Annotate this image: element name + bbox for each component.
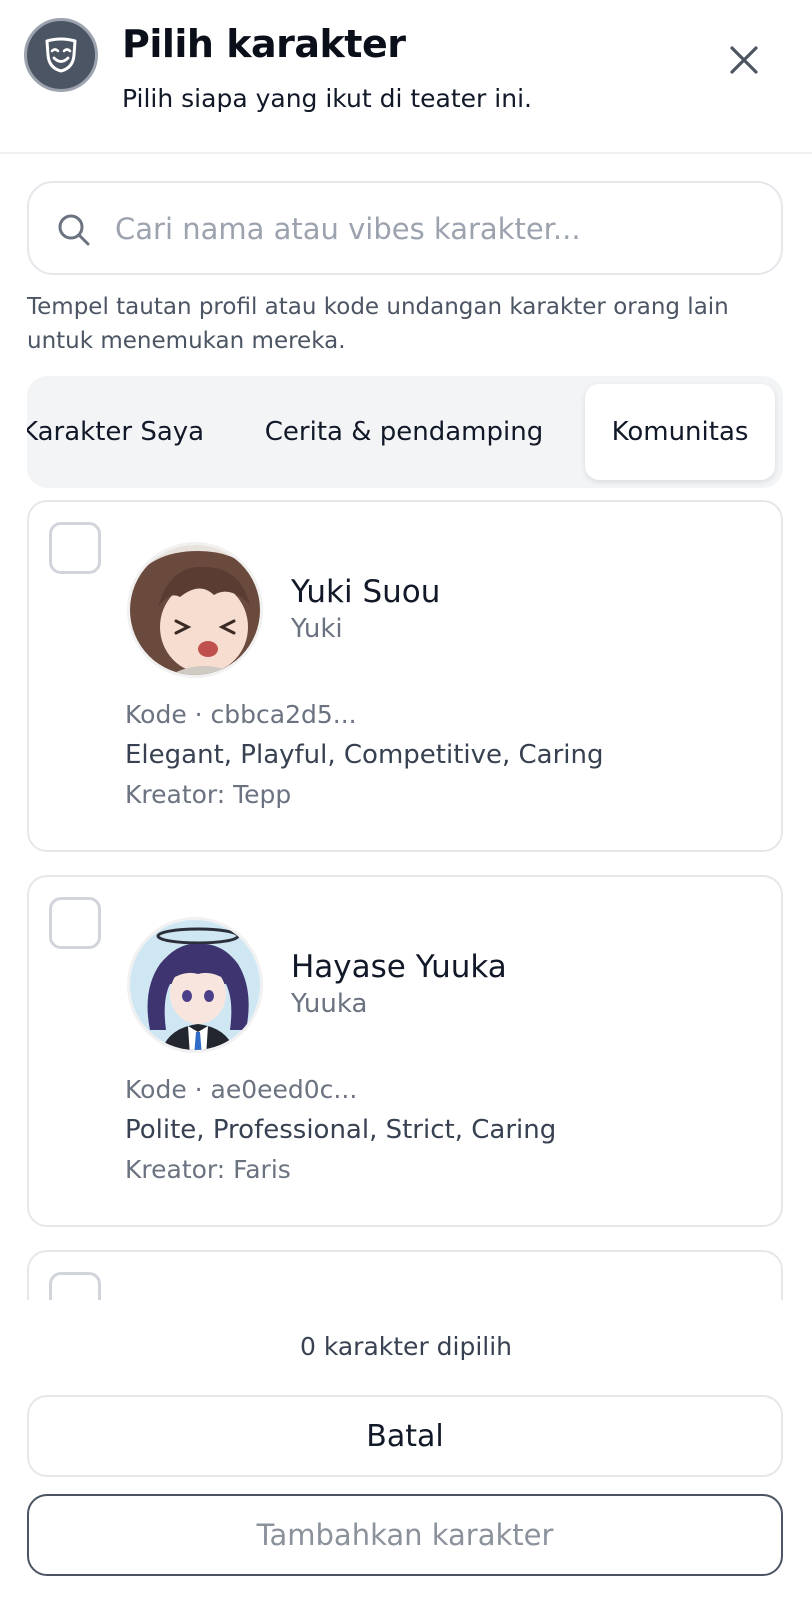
search-icon (58, 214, 90, 246)
close-icon (730, 46, 758, 74)
theater-mask-icon (24, 18, 98, 92)
character-code: Kode · cbbca2d5... (125, 700, 357, 729)
add-character-button[interactable]: Tambahkan karakter (27, 1494, 783, 1576)
character-short-name: Yuuka (291, 989, 368, 1019)
dialog-header: Pilih karakter Pilih siapa yang ikut di … (0, 0, 812, 154)
cancel-button[interactable]: Batal (27, 1395, 783, 1477)
character-creator: Kreator: Tepp (125, 780, 292, 809)
character-code: Kode · ae0eed0c... (125, 1075, 358, 1104)
tab-bar: Karakter Saya Cerita & pendamping Komuni… (27, 376, 783, 488)
search-hint: Tempel tautan profil atau kode undangan … (27, 294, 729, 354)
character-traits: Elegant, Playful, Competitive, Caring (125, 740, 604, 770)
character-card[interactable] (27, 1250, 783, 1300)
select-checkbox[interactable] (49, 1272, 101, 1300)
select-checkbox[interactable] (49, 522, 101, 574)
avatar (127, 917, 263, 1053)
search-box (27, 181, 783, 275)
dialog-subtitle: Pilih siapa yang ikut di teater ini. (122, 84, 532, 113)
character-traits: Polite, Professional, Strict, Caring (125, 1115, 557, 1145)
character-card[interactable]: Yuki Suou Yuki Kode · cbbca2d5... Elegan… (27, 500, 783, 852)
character-short-name: Yuki (291, 614, 343, 644)
character-name: Hayase Yuuka (291, 949, 507, 985)
close-button[interactable] (718, 34, 770, 86)
character-card[interactable]: Hayase Yuuka Yuuka Kode · ae0eed0c... Po… (27, 875, 783, 1227)
tab-cerita-pendamping[interactable]: Cerita & pendamping (259, 384, 549, 480)
search-input[interactable] (115, 197, 755, 261)
dialog-title: Pilih karakter (122, 22, 406, 66)
character-list[interactable]: Yuki Suou Yuki Kode · cbbca2d5... Elegan… (0, 500, 812, 1300)
avatar (127, 542, 263, 678)
dialog-footer: 0 karakter dipilih Batal Tambahkan karak… (0, 1300, 812, 1600)
character-creator: Kreator: Faris (125, 1155, 291, 1184)
selected-count: 0 karakter dipilih (299, 1332, 513, 1361)
tab-karakter-saya[interactable]: Karakter Saya (27, 384, 221, 480)
character-name: Yuki Suou (291, 574, 441, 610)
tab-komunitas[interactable]: Komunitas (585, 384, 775, 480)
select-checkbox[interactable] (49, 897, 101, 949)
